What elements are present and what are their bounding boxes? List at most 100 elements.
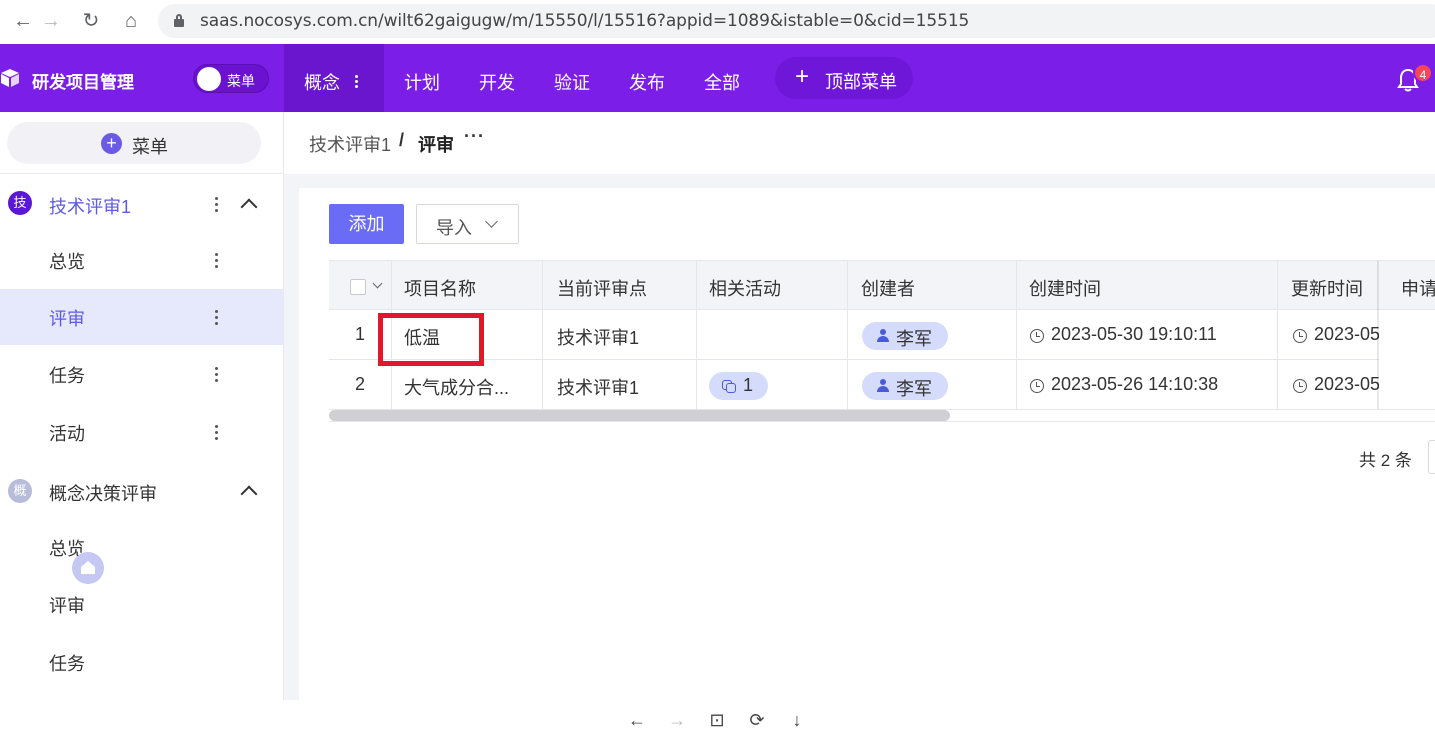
lock-icon	[174, 14, 184, 27]
column-header-review-point[interactable]: 当前评审点	[557, 275, 647, 301]
activity-tag[interactable]: 1	[709, 372, 768, 400]
tab-more-icon[interactable]	[355, 75, 359, 89]
bottom-toolbar: ← → ⊡ ⟳ ↓	[0, 700, 1435, 740]
activity-count: 1	[743, 375, 754, 395]
plus-icon: +	[795, 63, 810, 90]
creator-name: 李军	[896, 329, 932, 349]
breadcrumb-current: 评审	[418, 135, 454, 155]
home-float-button[interactable]	[72, 552, 104, 584]
fit-screen-icon[interactable]: ⊡	[705, 708, 729, 732]
table-header: 项目名称 当前评审点 相关活动 创建者 创建时间 更新时间	[329, 261, 1435, 310]
clock-icon	[1030, 329, 1044, 343]
item-more-icon[interactable]	[215, 367, 219, 383]
item-more-icon[interactable]	[215, 310, 219, 326]
cell-review-point: 技术评审1	[557, 328, 640, 348]
sidebar-item-review[interactable]: 评审	[0, 576, 283, 632]
horizontal-scrollbar[interactable]	[329, 410, 950, 421]
tab-all[interactable]: 全部	[704, 69, 740, 95]
column-header-name[interactable]: 项目名称	[404, 275, 476, 301]
chevron-up-icon[interactable]	[240, 485, 258, 503]
tab-plan[interactable]: 计划	[404, 69, 440, 95]
forward-arrow-icon[interactable]: →	[665, 708, 689, 732]
page-size-select[interactable]	[1428, 440, 1435, 474]
sidebar: + 菜单 技 技术评审1 总览 评审 任务 活动 概 概念决策评审 总览 评审 …	[0, 112, 284, 700]
top-menu-button[interactable]: + 顶部菜单	[775, 57, 913, 99]
group-more-icon[interactable]	[215, 197, 219, 213]
top-menu-label: 顶部菜单	[825, 72, 897, 92]
sidebar-item-overview[interactable]: 总览	[0, 519, 283, 575]
sidebar-item-review[interactable]: 评审	[0, 289, 283, 345]
sidebar-group-tech-review[interactable]: 技术评审1	[49, 193, 131, 219]
clock-icon	[1030, 379, 1044, 393]
creator-name: 李军	[896, 379, 932, 399]
back-arrow-icon[interactable]: ←	[625, 708, 649, 732]
column-header-activities[interactable]: 相关活动	[709, 275, 781, 301]
more-icon[interactable]: ···	[464, 126, 485, 147]
tab-release[interactable]: 发布	[629, 69, 665, 95]
home-icon	[81, 561, 95, 574]
fixed-column-header: 申请	[1379, 261, 1435, 310]
back-icon[interactable]: ←	[10, 8, 36, 34]
address-bar[interactable]: saas.nocosys.com.cn/wilt62gaigugw/m/1555…	[158, 4, 1435, 38]
sidebar-item-overview[interactable]: 总览	[0, 232, 283, 288]
add-button[interactable]: 添加	[329, 204, 404, 244]
sidebar-group-concept-review[interactable]: 概念决策评审	[49, 480, 157, 506]
import-label: 导入	[436, 218, 472, 238]
cell-created-time: 2023-05-30 19:10:11	[1051, 324, 1217, 344]
creator-tag[interactable]: 李军	[862, 322, 948, 350]
divider	[0, 173, 284, 174]
column-header-creator[interactable]: 创建者	[861, 275, 915, 301]
table-row[interactable]: 1 低温 技术评审1 李军 2023-05-30 19:10:11 2023-0…	[329, 310, 1435, 360]
item-more-icon[interactable]	[215, 253, 219, 269]
sidebar-item-tasks[interactable]: 任务	[0, 346, 283, 402]
chevron-up-icon[interactable]	[240, 198, 258, 216]
import-button[interactable]: 导入	[416, 204, 519, 244]
reload-icon[interactable]: ↻	[78, 8, 104, 34]
cell-updated-time: 2023-05	[1314, 324, 1381, 344]
select-all-checkbox[interactable]	[350, 279, 366, 295]
cell-name[interactable]: 大气成分合...	[404, 374, 509, 400]
tab-concept-label[interactable]: 概念	[304, 69, 340, 95]
rotate-icon[interactable]: ⟳	[745, 708, 769, 732]
user-icon	[877, 329, 889, 342]
fixed-column: 申请	[1379, 261, 1435, 409]
sidebar-item-tasks[interactable]: 任务	[0, 634, 283, 690]
cube-logo-icon	[1, 69, 19, 87]
group-avatar-icon: 技	[8, 191, 32, 215]
menu-toggle-label: 菜单	[227, 73, 255, 89]
toggle-knob	[197, 67, 221, 91]
group-avatar-icon: 概	[8, 479, 32, 503]
url-text[interactable]: saas.nocosys.com.cn/wilt62gaigugw/m/1555…	[200, 11, 969, 31]
tab-verify[interactable]: 验证	[554, 69, 590, 95]
home-icon[interactable]: ⌂	[118, 8, 144, 34]
sidebar-item-label: 评审	[49, 309, 85, 329]
breadcrumb-parent[interactable]: 技术评审1	[309, 131, 391, 157]
column-divider	[696, 261, 697, 409]
sidebar-menu-label: 菜单	[132, 137, 168, 157]
forward-icon[interactable]: →	[38, 8, 64, 34]
cell-created-time: 2023-05-26 14:10:38	[1051, 374, 1219, 394]
notification-badge: 4	[1413, 63, 1433, 83]
column-header-created-time[interactable]: 创建时间	[1029, 275, 1101, 301]
table-row[interactable]: 2 大气成分合... 技术评审1 1 李军 2023-05-26 14:10:3…	[329, 360, 1435, 410]
sidebar-add-menu-button[interactable]: + 菜单	[7, 122, 261, 164]
tab-develop[interactable]: 开发	[479, 69, 515, 95]
row-index: 2	[354, 374, 365, 394]
menu-toggle[interactable]: 菜单	[193, 64, 269, 93]
creator-tag[interactable]: 李军	[862, 372, 948, 400]
sidebar-item-activities[interactable]: 活动	[0, 404, 283, 460]
item-more-icon[interactable]	[215, 425, 219, 441]
sidebar-item-label: 任务	[49, 654, 85, 674]
download-icon[interactable]: ↓	[785, 708, 809, 732]
app-header: 研发项目管理 菜单 概念 计划 开发 验证 发布 全部 + 顶部菜单 4	[0, 44, 1435, 112]
clock-icon	[1293, 329, 1307, 343]
highlight-annotation	[378, 313, 484, 366]
sidebar-item-label: 总览	[49, 252, 85, 272]
cell-review-point: 技术评审1	[557, 378, 640, 398]
breadcrumb: 技术评审1 / 评审 ···	[284, 112, 1435, 174]
column-header-apply[interactable]: 申请	[1401, 275, 1435, 301]
cell-updated-time: 2023-05	[1314, 374, 1381, 394]
column-divider	[847, 261, 848, 409]
column-header-updated-time[interactable]: 更新时间	[1291, 275, 1363, 301]
chevron-down-icon[interactable]	[372, 278, 383, 289]
